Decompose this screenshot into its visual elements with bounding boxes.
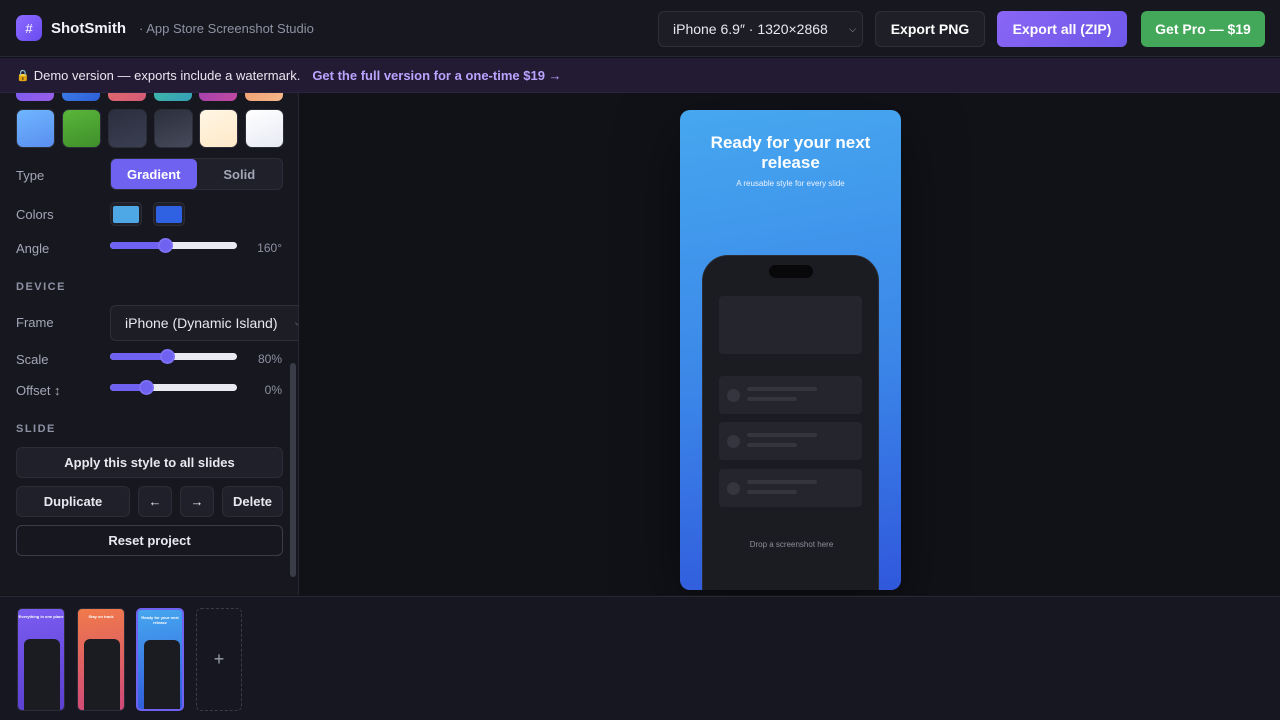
slide-title[interactable]: Ready for your next release (680, 133, 901, 173)
top-bar: # ShotSmith · App Store Screenshot Studi… (0, 0, 1280, 57)
background-type-toggle: Gradient Solid (110, 158, 283, 190)
move-slide-left-button[interactable]: ← (138, 486, 172, 517)
get-full-version-link[interactable]: Get the full version for a one-time $19 … (312, 68, 561, 83)
preset-swatch[interactable] (62, 109, 101, 148)
color-picker-2[interactable] (153, 202, 185, 226)
thumbnail-device (24, 639, 60, 710)
slide-subtitle[interactable]: A reusable style for every slide (680, 179, 901, 188)
get-pro-button[interactable]: Get Pro — $19 (1141, 11, 1265, 47)
placeholder-line (747, 397, 797, 401)
placeholder-row (719, 422, 862, 460)
offset-label: Offset ↕ (16, 383, 61, 398)
thumbnail-title: Stay on track (88, 614, 114, 619)
app-tagline: · App Store Screenshot Studio (139, 21, 314, 36)
preset-swatch[interactable] (16, 109, 55, 148)
preset-swatch[interactable] (154, 93, 192, 101)
angle-value: 160° (257, 241, 282, 255)
device-frame[interactable]: Drop a screenshot here (702, 255, 879, 590)
scale-slider[interactable] (110, 349, 237, 364)
placeholder-avatar (727, 482, 740, 495)
slide-thumbnail-active[interactable]: Ready for your next release (136, 608, 184, 711)
reset-project-button[interactable]: Reset project (16, 525, 283, 556)
preset-swatch[interactable] (154, 109, 193, 148)
type-gradient-option[interactable]: Gradient (111, 159, 197, 189)
export-png-button[interactable]: Export PNG (875, 11, 985, 47)
slide-section-title: SLIDE (16, 423, 56, 435)
angle-label: Angle (16, 241, 50, 256)
duplicate-slide-button[interactable]: Duplicate (16, 486, 130, 517)
type-solid-option[interactable]: Solid (197, 159, 283, 189)
scale-label: Scale (16, 352, 49, 367)
slide-thumbnail[interactable]: Everything in one place (17, 608, 65, 711)
drop-screenshot-hint[interactable]: Drop a screenshot here (703, 540, 880, 549)
preview-canvas: Ready for your next release A reusable s… (300, 93, 1280, 595)
offset-slider[interactable] (110, 380, 237, 395)
move-slide-right-button[interactable]: → (180, 486, 214, 517)
thumbnail-title: Everything in one place (18, 614, 64, 619)
placeholder-line (747, 433, 817, 437)
thumbnail-device (144, 640, 180, 709)
device-size-select[interactable]: iPhone 6.9″ · 1320×2868 ⌵ (658, 11, 863, 47)
frame-select[interactable]: iPhone (Dynamic Island) ⌵ (110, 305, 298, 341)
preset-swatch[interactable] (245, 109, 284, 148)
preset-swatch[interactable] (108, 93, 146, 101)
export-all-zip-button[interactable]: Export all (ZIP) (997, 11, 1127, 47)
frame-label: Frame (16, 315, 54, 330)
device-size-value: iPhone 6.9″ · 1320×2868 (673, 21, 828, 37)
sidebar-scrollbar[interactable] (290, 363, 296, 577)
demo-banner: 🔒 Demo version — exports include a water… (0, 58, 1280, 93)
placeholder-line (747, 443, 797, 447)
scale-value: 80% (257, 352, 282, 366)
slide-thumbnail[interactable]: Stay on track (77, 608, 125, 711)
slider-handle[interactable] (138, 380, 154, 395)
demo-banner-message: Demo version — exports include a waterma… (33, 67, 301, 83)
angle-slider[interactable] (110, 238, 237, 253)
slide-preview[interactable]: Ready for your next release A reusable s… (680, 110, 901, 590)
preset-swatch[interactable] (16, 93, 54, 101)
placeholder-avatar (727, 389, 740, 402)
thumbnail-device (84, 639, 120, 710)
add-slide-button[interactable]: + (196, 608, 242, 711)
color-1-swatch (113, 205, 139, 223)
dynamic-island (769, 265, 813, 278)
slide-filmstrip: Everything in one place Stay on track Re… (0, 596, 1280, 720)
lock-icon: 🔒 (16, 69, 30, 82)
placeholder-row (719, 376, 862, 414)
app-logo-icon: # (16, 15, 42, 41)
colors-label: Colors (16, 207, 54, 222)
placeholder-avatar (727, 435, 740, 448)
offset-value: 0% (264, 383, 282, 397)
color-picker-1[interactable] (110, 202, 142, 226)
placeholder-line (747, 387, 817, 391)
apply-style-all-button[interactable]: Apply this style to all slides (16, 447, 283, 478)
preset-swatch[interactable] (108, 109, 147, 148)
color-2-swatch (156, 205, 182, 223)
placeholder-card (719, 296, 862, 354)
preset-swatch[interactable] (245, 93, 283, 101)
style-sidebar: Type Gradient Solid Colors Angle 160° DE… (0, 93, 299, 595)
delete-slide-button[interactable]: Delete (222, 486, 283, 517)
placeholder-line (747, 480, 817, 484)
preset-swatch[interactable] (62, 93, 100, 101)
placeholder-row (719, 469, 862, 507)
preset-swatch[interactable] (199, 93, 237, 101)
preset-swatch[interactable] (199, 109, 238, 148)
chevron-down-icon: ⌵ (849, 24, 856, 34)
chevron-down-icon: ⌵ (295, 318, 298, 329)
device-section-title: DEVICE (16, 281, 66, 293)
slider-handle[interactable] (157, 238, 173, 253)
thumbnail-title: Ready for your next release (141, 615, 179, 625)
frame-value: iPhone (Dynamic Island) (125, 315, 278, 331)
placeholder-line (747, 490, 797, 494)
app-name: ShotSmith (51, 20, 126, 37)
type-label: Type (16, 168, 45, 183)
slider-handle[interactable] (160, 349, 176, 364)
